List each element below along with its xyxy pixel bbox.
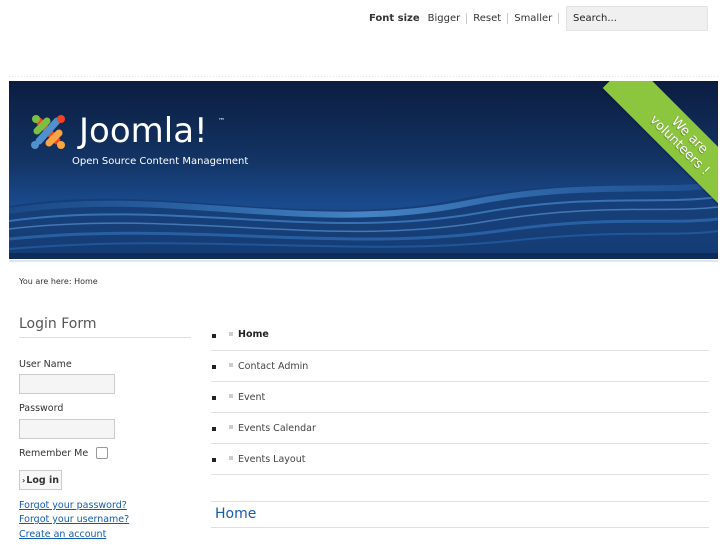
menu-item-events-calendar[interactable]: Events Calendar bbox=[211, 413, 709, 444]
password-label: Password bbox=[19, 403, 64, 414]
bullet-icon bbox=[229, 394, 233, 398]
bullet-icon bbox=[229, 331, 233, 336]
joomla-logo-icon bbox=[31, 115, 65, 149]
font-bigger-link[interactable]: Bigger bbox=[428, 12, 468, 24]
logo-trademark: ™ bbox=[218, 117, 225, 125]
menu-item-events-layout[interactable]: Events Layout bbox=[211, 444, 709, 475]
header-banner: Joomla! ™ Open Source Content Management… bbox=[9, 81, 718, 259]
banner-underline bbox=[9, 260, 718, 262]
forgot-password-link[interactable]: Forgot your password? bbox=[19, 500, 127, 511]
remember-me-checkbox[interactable] bbox=[96, 447, 108, 459]
login-form-title: Login Form bbox=[19, 316, 97, 332]
logo-tagline: Open Source Content Management bbox=[72, 156, 249, 167]
menu-item-label: Home bbox=[238, 329, 269, 340]
bullet-icon bbox=[212, 396, 216, 400]
bullet-icon bbox=[229, 456, 233, 460]
login-button[interactable]: › Log in bbox=[19, 470, 62, 490]
page-title-divider bbox=[211, 527, 709, 528]
username-label: User Name bbox=[19, 359, 72, 370]
menu-item-label: Contact Admin bbox=[238, 360, 309, 372]
menu-item-home[interactable]: Home bbox=[211, 319, 709, 351]
bullet-icon bbox=[229, 425, 233, 429]
forgot-username-link[interactable]: Forgot your username? bbox=[19, 514, 129, 525]
bullet-icon bbox=[212, 365, 216, 369]
top-bar: Font size Bigger Reset Smaller bbox=[0, 0, 727, 34]
username-field[interactable] bbox=[19, 374, 115, 394]
font-smaller-link[interactable]: Smaller bbox=[508, 12, 560, 24]
logo-wordmark: Joomla! bbox=[79, 111, 208, 151]
password-field[interactable] bbox=[19, 419, 115, 439]
login-button-label: Log in bbox=[26, 474, 59, 486]
page-title: Home bbox=[215, 506, 257, 522]
bullet-icon bbox=[212, 458, 216, 462]
menu-item-label: Events Layout bbox=[238, 453, 306, 465]
menu-item-contact-admin[interactable]: Contact Admin bbox=[211, 351, 709, 382]
header-divider bbox=[9, 76, 718, 77]
content-divider bbox=[211, 501, 709, 502]
font-size-controls: Font size Bigger Reset Smaller bbox=[369, 11, 560, 25]
bullet-icon bbox=[229, 363, 233, 367]
font-reset-link[interactable]: Reset bbox=[467, 12, 509, 24]
menu-item-event[interactable]: Event bbox=[211, 382, 709, 413]
login-title-divider bbox=[19, 337, 191, 338]
breadcrumb: You are here: Home bbox=[19, 277, 98, 286]
menu-item-label: Events Calendar bbox=[238, 422, 316, 434]
bullet-icon bbox=[212, 333, 216, 338]
search-input[interactable] bbox=[566, 6, 708, 31]
bullet-icon bbox=[212, 427, 216, 431]
menu-item-label: Event bbox=[238, 391, 266, 403]
main-menu: Home Contact Admin Event Events Calendar… bbox=[211, 319, 709, 475]
chevron-right-icon: › bbox=[21, 475, 26, 485]
font-size-label: Font size bbox=[369, 12, 420, 24]
remember-me-label: Remember Me bbox=[19, 448, 89, 459]
create-account-link[interactable]: Create an account bbox=[19, 529, 106, 540]
banner-waves bbox=[9, 181, 718, 259]
